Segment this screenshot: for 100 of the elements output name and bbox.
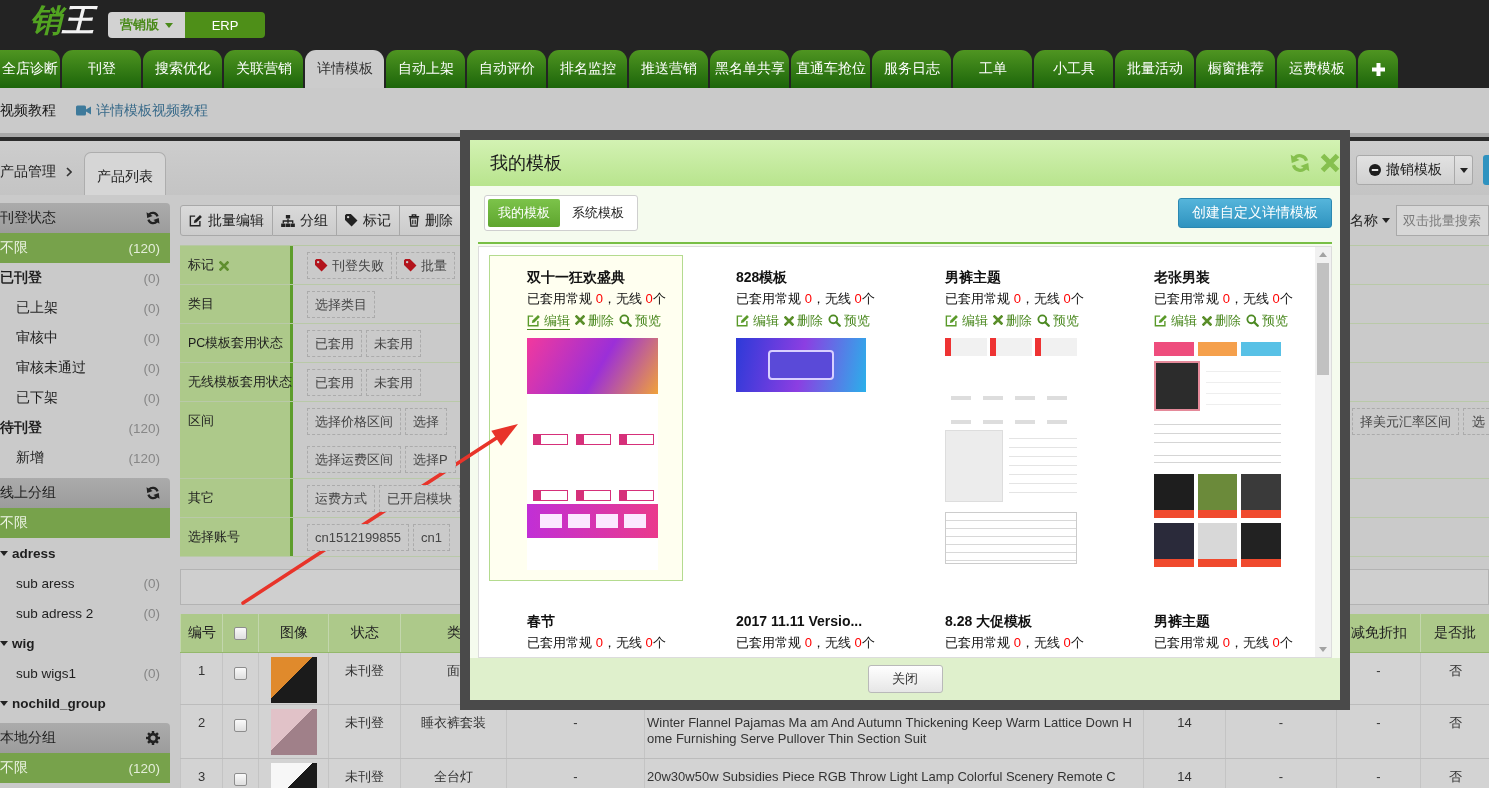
nav-tab[interactable]: 直通车抢位 — [791, 50, 870, 88]
delete-link[interactable]: 删除 — [993, 311, 1032, 330]
refresh-icon[interactable] — [146, 486, 160, 500]
filter-option[interactable]: 选 — [1463, 408, 1489, 435]
nav-tab[interactable]: 详情模板 — [305, 50, 384, 88]
breadcrumb-link[interactable]: 产品管理 — [0, 163, 56, 181]
tag-button[interactable]: 标记 — [337, 205, 400, 236]
edit-link[interactable]: 编辑 — [1154, 312, 1197, 330]
filter-option[interactable]: 已开启模块 — [379, 485, 460, 512]
table-cell: - — [573, 715, 578, 730]
close-button[interactable]: 关闭 — [867, 665, 943, 693]
filter-option[interactable]: 刊登失败 — [307, 252, 392, 279]
scrollbar-thumb[interactable] — [1317, 263, 1329, 375]
filter-option[interactable]: 选择运费区间 — [307, 446, 401, 473]
sidebar-item[interactable]: 已刊登 (0) — [0, 263, 170, 293]
checkbox[interactable] — [234, 773, 247, 787]
scroll-up-icon[interactable] — [1319, 252, 1327, 257]
template-card[interactable]: 2017 11.11 Versio... 已套用常规 0，无线 0个 — [698, 599, 892, 657]
nav-tab[interactable]: 自动评价 — [467, 50, 546, 88]
sidebar-item[interactable]: 已上架 (0) — [0, 293, 170, 323]
nav-tab[interactable]: 全店诊断 — [0, 50, 60, 88]
nav-tab[interactable]: 自动上架 — [386, 50, 465, 88]
edit-link[interactable]: 编辑 — [736, 312, 779, 330]
dropdown-button[interactable] — [1455, 155, 1473, 185]
edit-button[interactable]: 批量编辑 — [180, 205, 273, 236]
clear-filter-icon[interactable] — [219, 261, 229, 271]
preview-link[interactable]: 预览 — [1037, 311, 1079, 330]
sidebar-item[interactable]: wig — [0, 628, 170, 658]
filter-option[interactable]: 批量 — [396, 252, 455, 279]
filter-option[interactable]: 选择价格区间 — [307, 408, 401, 435]
sidebar-item[interactable]: 已下架 (0) — [0, 383, 170, 413]
x-icon — [993, 315, 1003, 326]
preview-link[interactable]: 预览 — [828, 312, 870, 330]
sidebar-item[interactable]: sub adress 2 (0) — [0, 598, 170, 628]
filter-option[interactable]: 未套用 — [366, 369, 421, 396]
checkbox[interactable] — [234, 667, 247, 681]
filter-option[interactable]: 运费方式 — [307, 485, 375, 512]
scroll-down-icon[interactable] — [1319, 647, 1327, 652]
sidebar-item[interactable]: sub wigs1 (0) — [0, 658, 170, 688]
sidebar-item[interactable]: sub aress (0) — [0, 568, 170, 598]
revoke-template-button[interactable]: 撤销模板 — [1356, 155, 1455, 185]
template-card[interactable]: 男裤主题 已套用常规 0，无线 0个 — [1116, 599, 1310, 657]
table-cell: 否 — [1448, 663, 1462, 678]
delete-link[interactable]: 删除 — [575, 311, 614, 330]
table-cell: - — [1278, 715, 1284, 730]
filter-option[interactable]: 选择P — [405, 446, 456, 473]
nav-tab[interactable]: 批量活动 — [1115, 50, 1194, 88]
edition-tab[interactable]: ERP — [185, 12, 265, 38]
nav-tab[interactable]: 服务日志 — [872, 50, 951, 88]
filter-option[interactable]: cn1512199855 — [307, 524, 410, 551]
sidebar-item[interactable]: 新增 (120) — [0, 443, 170, 473]
nav-tab[interactable]: 运费模板 — [1277, 50, 1356, 88]
sidebar-item[interactable]: adress — [0, 538, 170, 568]
sidebar-item[interactable]: nochild_group — [0, 688, 170, 718]
filter-option[interactable]: 未套用 — [366, 330, 421, 357]
tutorial-link[interactable]: 详情模板视频教程 — [76, 101, 208, 120]
nav-tab[interactable]: 小工具 — [1034, 50, 1113, 88]
checkbox[interactable] — [234, 719, 247, 733]
filter-option[interactable]: 已套用 — [307, 330, 362, 357]
search-field[interactable]: 双击批量搜索 — [1396, 205, 1489, 236]
filter-option[interactable]: 择美元汇率区间 — [1352, 408, 1459, 435]
filter-option[interactable]: 选择 — [405, 408, 447, 435]
nav-tab[interactable]: 推送营销 — [629, 50, 708, 88]
nav-tab[interactable]: 关联营销 — [224, 50, 303, 88]
template-card[interactable]: 老张男装 已套用常规 0，无线 0个 编辑 删除 预览 — [1116, 255, 1310, 581]
checkbox[interactable] — [234, 627, 247, 641]
template-card[interactable]: 8.28 大促模板 已套用常规 0，无线 0个 — [907, 599, 1101, 657]
scrollbar[interactable] — [1315, 247, 1331, 657]
template-card[interactable]: 男裤主题 已套用常规 0，无线 0个 编辑 删除 预览 — [907, 255, 1101, 581]
settings-icon[interactable] — [146, 731, 160, 745]
template-card[interactable]: 双十一狂欢盛典 已套用常规 0，无线 0个 编辑 删除 预览 — [489, 255, 683, 581]
edit-link[interactable]: 编辑 — [945, 311, 988, 330]
nav-tab[interactable]: 黑名单共享 — [710, 50, 789, 88]
search-field-dropdown[interactable]: 名称 — [1348, 205, 1396, 236]
delete-link[interactable]: 删除 — [784, 312, 823, 330]
template-card[interactable]: 春节 已套用常规 0，无线 0个 — [489, 599, 683, 657]
tab[interactable]: 产品列表 — [84, 152, 166, 195]
usage-text: 已套用常规 0，无线 0个 — [945, 290, 1084, 308]
filter-option[interactable]: 已套用 — [307, 369, 362, 396]
sidebar-item[interactable]: 审核中 (0) — [0, 323, 170, 353]
preview-link[interactable]: 预览 — [619, 311, 661, 330]
nav-tab[interactable]: 排名监控 — [548, 50, 627, 88]
filter-option[interactable]: cn1 — [413, 524, 450, 551]
sidebar-item[interactable]: 待刊登 (120) — [0, 413, 170, 443]
nav-tab[interactable]: 搜索优化 — [143, 50, 222, 88]
sidebar-item[interactable]: 审核未通过 (0) — [0, 353, 170, 383]
close-icon[interactable] — [1320, 153, 1340, 173]
nav-tab[interactable]: 工单 — [953, 50, 1032, 88]
delete-button[interactable]: 删除 — [400, 205, 462, 236]
refresh-icon[interactable] — [146, 211, 160, 225]
tutorial-link[interactable]: 视频教程 — [0, 101, 56, 120]
nav-tab[interactable]: 刊登 — [62, 50, 141, 88]
filter-option[interactable]: 选择类目 — [307, 291, 375, 318]
nav-tab[interactable]: 橱窗推荐 — [1196, 50, 1275, 88]
group-button[interactable]: 分组 — [273, 205, 337, 236]
template-card[interactable]: 828模板 已套用常规 0，无线 0个 编辑 删除 预览 — [698, 255, 892, 581]
preview-link[interactable]: 预览 — [1246, 312, 1288, 330]
edit-link[interactable]: 编辑 — [527, 311, 570, 330]
delete-link[interactable]: 删除 — [1202, 312, 1241, 330]
add-tab-button[interactable] — [1358, 50, 1398, 88]
